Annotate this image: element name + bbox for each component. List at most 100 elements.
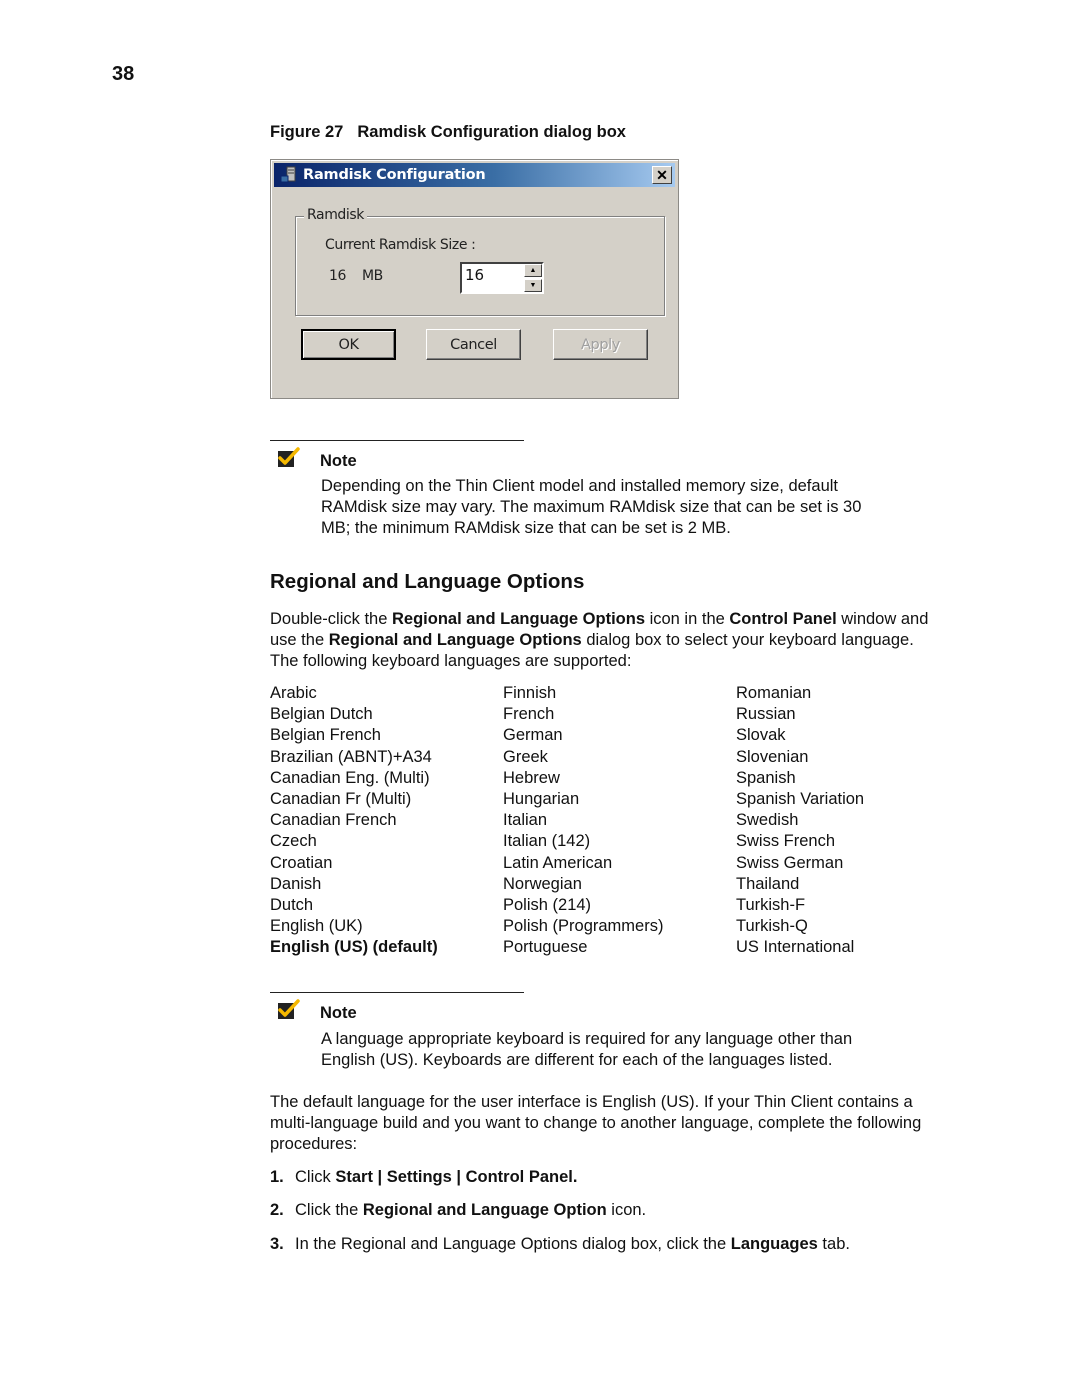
bold-text: Regional and Language Options bbox=[391, 610, 645, 628]
note-title: Note bbox=[320, 452, 357, 470]
language-item: US International bbox=[736, 938, 855, 957]
paragraph-line: multi-language build and you want to cha… bbox=[270, 1114, 922, 1133]
language-item: Canadian Fr (Multi) bbox=[270, 790, 412, 809]
step-number: 2. bbox=[270, 1201, 284, 1219]
note-body: A language appropriate keyboard is requi… bbox=[321, 1029, 852, 1071]
language-item: Czech bbox=[270, 832, 317, 851]
language-item: Italian (142) bbox=[503, 832, 591, 851]
language-item: French bbox=[503, 705, 555, 724]
text: tab. bbox=[817, 1235, 850, 1253]
language-item: Finnish bbox=[503, 684, 557, 702]
bold-text: Regional and Language Option bbox=[362, 1201, 607, 1219]
text: use the bbox=[270, 631, 329, 650]
language-item: Swiss German bbox=[736, 853, 844, 872]
language-column-2: Finnish French German Greek Hebrew Hungarian I… bbox=[503, 683, 663, 959]
text: The following keyboard languages are sup… bbox=[270, 652, 632, 671]
spinner-up-button[interactable]: ▲ bbox=[524, 264, 542, 277]
step-3: 3. In the Regional and Language Options d… bbox=[270, 1235, 850, 1254]
dialog-titlebar[interactable]: Ramdisk Configuration ✕ bbox=[274, 163, 675, 187]
note-divider bbox=[270, 992, 524, 993]
checkmark-icon bbox=[277, 999, 300, 1019]
arrow-down-icon: ▼ bbox=[529, 282, 537, 289]
spinner-value[interactable]: 16 bbox=[465, 266, 484, 284]
bold-text: Start | Settings | Control Panel. bbox=[335, 1168, 578, 1186]
current-size-label: Current Ramdisk Size : bbox=[325, 237, 476, 253]
language-item-default: English (US) (default) bbox=[270, 938, 438, 957]
apply-button[interactable]: Apply bbox=[553, 329, 648, 360]
language-item: Dutch bbox=[270, 896, 314, 915]
language-item: Romanian bbox=[736, 684, 812, 702]
language-item: English (UK) bbox=[270, 917, 363, 936]
current-size-unit: MB bbox=[362, 268, 383, 284]
figure-title: Ramdisk Configuration dialog box bbox=[357, 123, 626, 141]
text: window and bbox=[836, 610, 929, 628]
default-language-paragraph: The default language for the user interf… bbox=[270, 1092, 921, 1156]
language-item: Thailand bbox=[736, 874, 800, 893]
note-line: A language appropriate keyboard is requi… bbox=[321, 1030, 853, 1048]
language-item: Canadian Eng. (Multi) bbox=[270, 768, 430, 787]
text: icon in the bbox=[645, 610, 730, 628]
current-size-value: 16 bbox=[329, 268, 347, 284]
close-button[interactable]: ✕ bbox=[652, 166, 672, 184]
paragraph-line: The default language for the user interf… bbox=[270, 1093, 913, 1111]
note-title: Note bbox=[320, 1004, 357, 1022]
spinner-down-button[interactable]: ▼ bbox=[524, 279, 542, 292]
language-item: Brazilian (ABNT)+A34 bbox=[270, 747, 432, 766]
step-number: 3. bbox=[270, 1235, 284, 1253]
text: Click bbox=[295, 1168, 336, 1186]
language-item: Russian bbox=[736, 705, 796, 724]
language-item: Norwegian bbox=[503, 874, 582, 893]
arrow-up-icon: ▲ bbox=[529, 267, 537, 274]
language-item: Turkish-F bbox=[736, 896, 806, 915]
groupbox-label: Ramdisk bbox=[304, 207, 368, 223]
language-item: Hebrew bbox=[503, 768, 560, 787]
step-1: 1. Click Start | Settings | Control Panel… bbox=[270, 1168, 577, 1187]
checkmark-icon bbox=[277, 447, 300, 467]
language-item: Croatian bbox=[270, 853, 333, 872]
ok-button[interactable]: OK bbox=[301, 329, 396, 360]
language-item: Polish (214) bbox=[503, 896, 592, 915]
note-line: English (US). Keyboards are different fo… bbox=[321, 1051, 833, 1070]
language-item: Greek bbox=[503, 747, 548, 766]
language-item: Turkish-Q bbox=[736, 917, 808, 936]
language-item: Polish (Programmers) bbox=[503, 917, 664, 936]
step-2: 2. Click the Regional and Language Option… bbox=[270, 1201, 646, 1220]
language-item: Swiss French bbox=[736, 832, 836, 851]
text: Double-click the bbox=[270, 610, 392, 628]
section-intro: Double-click the Regional and Language O… bbox=[270, 609, 928, 673]
language-item: Danish bbox=[270, 874, 322, 893]
note-line: MB; the minimum RAMdisk size that can be… bbox=[321, 519, 731, 538]
ramdisk-app-icon bbox=[280, 166, 298, 184]
ramdisk-size-spinner[interactable]: 16 ▲ ▼ bbox=[460, 262, 544, 294]
language-item: Arabic bbox=[270, 684, 317, 702]
language-column-1: Arabic Belgian Dutch Belgian French Brazili… bbox=[270, 683, 438, 959]
text: dialog box to select your keyboard langu… bbox=[581, 631, 914, 650]
text: In the Regional and Language Options dia… bbox=[295, 1235, 731, 1253]
figure-number: Figure 27 bbox=[270, 123, 344, 141]
text: icon. bbox=[606, 1201, 647, 1219]
note-body: Depending on the Thin Client model and i… bbox=[321, 476, 861, 540]
language-column-3: Romanian Russian Slovak Slovenian Spanish Spa… bbox=[736, 683, 864, 959]
language-item: Spanish Variation bbox=[736, 790, 865, 809]
note-line: Depending on the Thin Client model and i… bbox=[321, 477, 838, 495]
ramdisk-config-dialog: Ramdisk Configuration ✕ Ramdisk Current … bbox=[270, 159, 679, 399]
text: Click the bbox=[295, 1201, 363, 1219]
paragraph-line: procedures: bbox=[270, 1135, 358, 1154]
section-heading: Regional and Language Options bbox=[270, 570, 585, 593]
figure-caption: Figure 27 Ramdisk Configuration dialog bo… bbox=[270, 123, 626, 142]
language-item: Belgian French bbox=[270, 726, 381, 745]
language-item: Hungarian bbox=[503, 790, 580, 809]
page-number: 38 bbox=[112, 63, 135, 85]
dialog-title: Ramdisk Configuration bbox=[303, 167, 486, 183]
language-item: German bbox=[503, 726, 563, 745]
bold-text: Regional and Language Options bbox=[328, 631, 582, 650]
language-item: Slovenian bbox=[736, 747, 809, 766]
note-divider bbox=[270, 440, 524, 441]
bold-text: Control Panel bbox=[729, 610, 837, 628]
language-item: Canadian French bbox=[270, 811, 397, 830]
language-item: Slovak bbox=[736, 726, 786, 745]
language-item: Italian bbox=[503, 811, 548, 830]
language-item: Belgian Dutch bbox=[270, 705, 373, 724]
cancel-button[interactable]: Cancel bbox=[426, 329, 521, 360]
language-item: Spanish bbox=[736, 768, 796, 787]
